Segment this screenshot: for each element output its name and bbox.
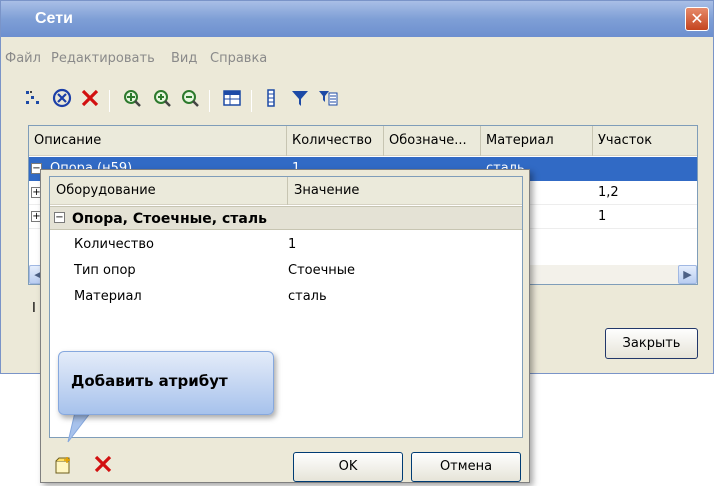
tab-label: I xyxy=(32,301,36,316)
zoom-out-icon[interactable] xyxy=(177,87,203,113)
toolbar-separator xyxy=(109,90,110,112)
row-section: 1 xyxy=(598,209,607,224)
add-attribute-icon[interactable] xyxy=(53,456,73,476)
filter-list-icon[interactable] xyxy=(315,87,341,113)
row-section: 1,2 xyxy=(598,185,619,200)
menu-edit[interactable]: Редактировать xyxy=(51,51,155,66)
column-header-equipment[interactable]: Оборудование xyxy=(50,177,288,205)
attributes-popup: Оборудование Значение − Опора, Стоечные,… xyxy=(40,169,530,483)
attribute-group[interactable]: − Опора, Стоечные, сталь xyxy=(50,206,522,230)
add-attribute-tooltip: Добавить атрибут xyxy=(58,351,274,415)
attribute-value: сталь xyxy=(288,289,327,304)
attributes-header: Оборудование Значение xyxy=(50,177,522,205)
attribute-row[interactable]: Материал сталь xyxy=(50,285,522,309)
row-section xyxy=(593,157,697,181)
column-header-section[interactable]: Участок xyxy=(593,126,697,156)
window-title: Сети xyxy=(35,10,73,27)
zoom-in-icon[interactable] xyxy=(149,87,175,113)
delete-attribute-icon[interactable] xyxy=(91,453,115,477)
menu-bar: Файл Редактировать Вид Справка xyxy=(1,48,713,70)
attribute-row[interactable]: Тип опор Стоечные xyxy=(50,259,522,283)
column-header-value[interactable]: Значение xyxy=(288,177,522,205)
cancel-button[interactable]: Отмена xyxy=(411,452,521,482)
attribute-row[interactable]: Количество 1 xyxy=(50,233,522,257)
filter-icon[interactable] xyxy=(287,87,313,113)
attribute-group-label: Опора, Стоечные, сталь xyxy=(72,211,267,227)
attribute-name: Тип опор xyxy=(74,263,136,278)
menu-help[interactable]: Справка xyxy=(210,51,267,66)
ok-button[interactable]: OK xyxy=(293,452,403,482)
attribute-name: Количество xyxy=(74,237,154,252)
attribute-value: Стоечные xyxy=(288,263,356,278)
toolbar-separator xyxy=(251,90,252,112)
grid-header: Описание Количество Обозначе... Материал… xyxy=(29,126,697,156)
toolbar-separator xyxy=(209,90,210,112)
column-header-designation[interactable]: Обозначе... xyxy=(384,126,481,156)
collapse-icon[interactable]: − xyxy=(54,212,65,223)
menu-file[interactable]: Файл xyxy=(5,51,41,66)
menu-view[interactable]: Вид xyxy=(171,51,197,66)
title-bar[interactable]: Сети ✕ xyxy=(1,1,713,37)
table-icon[interactable] xyxy=(219,87,245,113)
scroll-right-icon[interactable]: ▶ xyxy=(678,265,697,284)
column-header-description[interactable]: Описание xyxy=(29,126,287,156)
columns-icon[interactable] xyxy=(259,87,285,113)
pan-zoom-icon[interactable] xyxy=(119,87,145,113)
close-window-button[interactable]: ✕ xyxy=(685,7,709,31)
column-header-material[interactable]: Материал xyxy=(481,126,593,156)
stop-circle-icon[interactable] xyxy=(49,87,75,113)
close-button[interactable]: Закрыть xyxy=(605,328,698,359)
attribute-name: Материал xyxy=(74,289,142,304)
attribute-value: 1 xyxy=(288,237,297,252)
column-header-quantity[interactable]: Количество xyxy=(287,126,384,156)
tooltip-text: Добавить атрибут xyxy=(71,372,228,390)
toolbar xyxy=(21,87,621,115)
delete-x-icon[interactable] xyxy=(77,87,103,113)
tree-dots-icon[interactable] xyxy=(21,87,47,113)
